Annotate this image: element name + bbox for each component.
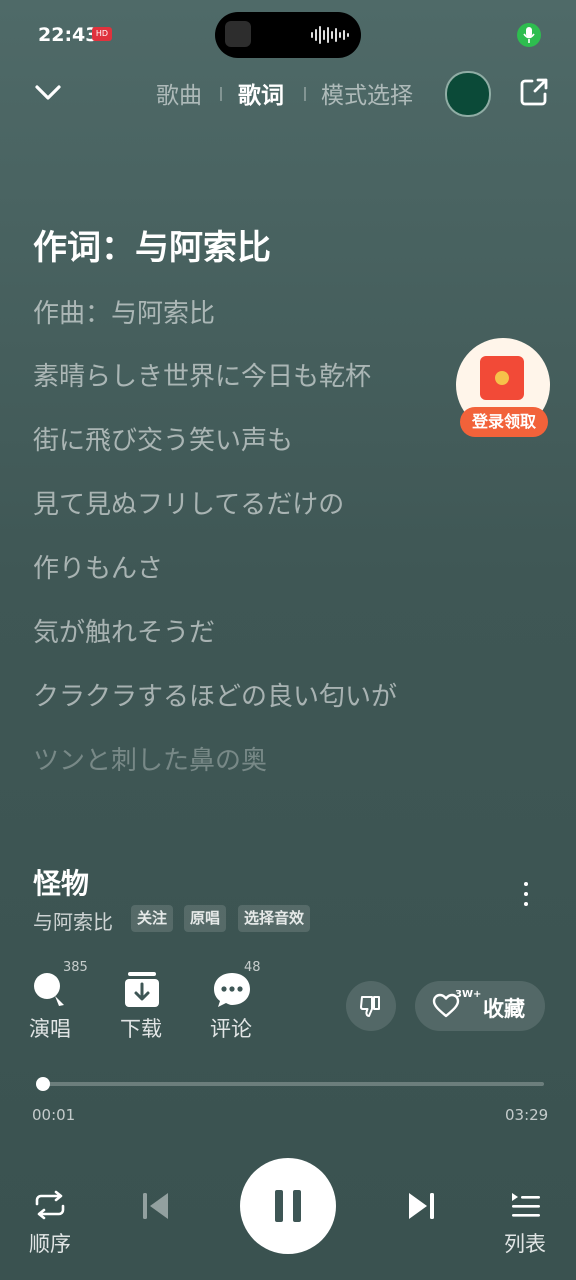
dynamic-island[interactable] bbox=[215, 12, 361, 58]
download-icon[interactable] bbox=[122, 970, 162, 1010]
progress-handle[interactable] bbox=[36, 1077, 50, 1091]
previous-track-icon[interactable] bbox=[141, 1190, 171, 1226]
sound-effect-tag[interactable]: 选择音效 bbox=[238, 905, 311, 932]
dislike-button[interactable] bbox=[346, 981, 396, 1031]
lyric-line[interactable]: 作りもんさ bbox=[33, 548, 163, 585]
favorite-count-badge: 3W+ bbox=[455, 989, 482, 1000]
promo-label[interactable]: 登录领取 bbox=[460, 407, 548, 437]
lyric-line[interactable]: ツンと刺した鼻の奥 bbox=[33, 740, 267, 777]
song-title: 怪物 bbox=[33, 867, 90, 900]
collapse-chevron-down-icon[interactable] bbox=[33, 80, 63, 106]
lyric-line[interactable]: 街に飛び交う笑い声も bbox=[33, 420, 293, 457]
avatar[interactable] bbox=[445, 71, 491, 117]
lyric-line[interactable]: 見て見ぬフリしてるだけの bbox=[33, 484, 344, 521]
sing-count: 385 bbox=[63, 960, 88, 975]
repeat-order-icon[interactable] bbox=[33, 1190, 67, 1224]
tab-song[interactable]: 歌曲 bbox=[156, 76, 202, 110]
lyric-line[interactable]: 気が触れそうだ bbox=[33, 612, 215, 649]
comment-icon[interactable] bbox=[212, 970, 252, 1010]
tab-divider bbox=[304, 87, 306, 101]
pause-icon bbox=[275, 1190, 283, 1222]
lyric-line[interactable]: 作曲：与阿索比 bbox=[33, 293, 215, 330]
pause-button[interactable] bbox=[240, 1158, 336, 1254]
playlist-label[interactable]: 列表 bbox=[504, 1228, 546, 1258]
comment-count: 48 bbox=[244, 960, 261, 975]
red-envelope-icon bbox=[480, 356, 524, 400]
album-thumbnail bbox=[225, 21, 251, 47]
favorite-button[interactable]: 3W+ 收藏 bbox=[415, 981, 545, 1031]
status-time: 22:43 bbox=[38, 24, 99, 46]
tab-divider bbox=[220, 87, 222, 101]
next-track-icon[interactable] bbox=[406, 1190, 436, 1226]
artist-name[interactable]: 与阿索比 bbox=[33, 906, 113, 935]
total-time: 03:29 bbox=[505, 1106, 549, 1124]
original-tag[interactable]: 原唱 bbox=[184, 905, 227, 932]
comment-label[interactable]: 评论 bbox=[210, 1013, 252, 1043]
more-options-icon[interactable] bbox=[517, 882, 535, 912]
lyric-line-current[interactable]: 作词：与阿索比 bbox=[33, 220, 271, 269]
favorite-label: 收藏 bbox=[483, 997, 525, 1021]
progress-track[interactable] bbox=[40, 1082, 544, 1086]
sing-label[interactable]: 演唱 bbox=[29, 1013, 71, 1043]
hd-badge: HD bbox=[92, 27, 112, 41]
download-label[interactable]: 下载 bbox=[120, 1013, 162, 1043]
follow-tag[interactable]: 关注 bbox=[131, 905, 174, 932]
playlist-icon[interactable] bbox=[510, 1191, 542, 1223]
lyric-line[interactable]: クラクラするほどの良い匂いが bbox=[33, 676, 397, 713]
tab-lyrics[interactable]: 歌词 bbox=[238, 76, 284, 110]
share-icon[interactable] bbox=[518, 76, 550, 108]
current-time: 00:01 bbox=[32, 1106, 76, 1124]
lyric-line[interactable]: 素晴らしき世界に今日も乾杯 bbox=[33, 356, 371, 393]
sing-icon[interactable] bbox=[31, 970, 71, 1010]
tab-mode-select[interactable]: 模式选择 bbox=[321, 76, 413, 110]
waveform-icon bbox=[311, 25, 349, 45]
microphone-indicator-icon bbox=[517, 23, 541, 47]
play-mode-label[interactable]: 顺序 bbox=[29, 1228, 71, 1258]
